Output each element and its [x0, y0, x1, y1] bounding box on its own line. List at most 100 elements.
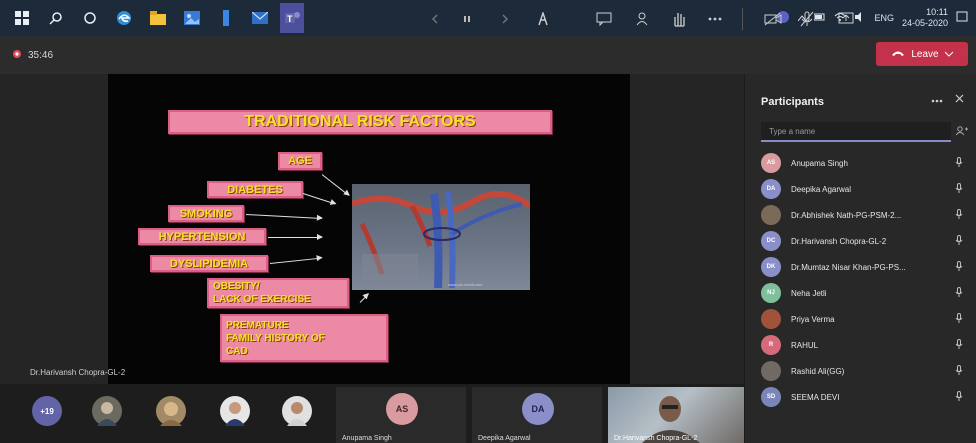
blue-app-icon[interactable] [218, 10, 234, 26]
clock-date: 24-05-2020 [901, 18, 948, 28]
close-icon[interactable] [955, 94, 964, 106]
microphone-icon[interactable] [955, 313, 963, 325]
chat-icon[interactable] [596, 8, 612, 30]
presenter-video-tile[interactable]: Dr.Harivansh Chopra-GL-2 [608, 387, 744, 443]
image-credit: www.pic-credit.com [448, 282, 483, 287]
participant-tile[interactable]: DA Deepika Agarwal [472, 387, 602, 443]
microphone-icon[interactable] [955, 365, 963, 377]
participant-name: Anupama Singh [791, 158, 848, 168]
mail-icon[interactable] [252, 10, 268, 26]
participant-row[interactable]: DC Dr.Harivansh Chopra-GL-2 [761, 228, 969, 254]
previous-slide-icon[interactable] [430, 8, 440, 30]
participant-video-thumb[interactable] [220, 396, 250, 426]
participant-row[interactable]: DK Dr.Mumtaz Nisar Khan-PG-PS... [761, 254, 969, 280]
edge-browser-icon[interactable] [116, 10, 132, 26]
clock[interactable]: 10:11 24-05-2020 [902, 7, 948, 29]
participants-icon[interactable] [636, 8, 652, 30]
clock-time: 10:11 [926, 7, 948, 17]
participant-name: Deepika Agarwal [791, 184, 852, 194]
panel-actions [931, 94, 964, 106]
chevron-down-icon[interactable] [944, 49, 953, 60]
risk-diabetes-text: DIABETES [227, 183, 283, 196]
participant-tile-name: Deepika Agarwal [478, 435, 531, 442]
participant-initials: DA [531, 404, 545, 414]
participant-avatar: DC [761, 231, 781, 251]
leave-button[interactable]: Leave [876, 42, 968, 66]
participant-row[interactable]: AS Anupama Singh [761, 150, 969, 176]
elapsed-time: 35:46 [28, 49, 54, 61]
more-options-icon[interactable] [708, 8, 722, 30]
participant-tile[interactable]: AS Anupama Singh [336, 387, 466, 443]
risk-dyslipidemia: DYSLIPIDEMIA [150, 255, 268, 272]
arrow [268, 234, 323, 240]
participant-name: Dr.Harivansh Chopra-GL-2 [791, 236, 887, 246]
more-options-icon[interactable] [931, 94, 943, 106]
participant-avatar: DA [522, 393, 554, 425]
risk-smoking-text: SMOKING [179, 207, 233, 220]
participant-row[interactable]: Rashid Ali(GG) [761, 358, 969, 384]
cortana-icon[interactable] [82, 10, 98, 26]
share-screen-icon[interactable] [838, 8, 854, 30]
participant-initials: AS [395, 404, 409, 414]
participant-avatar: R [761, 335, 781, 355]
participant-video-thumb[interactable] [282, 396, 312, 426]
participant-video-thumb[interactable] [156, 396, 186, 426]
camera-off-icon[interactable] [764, 8, 782, 30]
participant-avatar: DK [761, 257, 781, 277]
microphone-icon[interactable] [955, 183, 963, 195]
microphone-icon[interactable] [955, 209, 963, 221]
meeting-control-bar: 35:46 [0, 36, 976, 74]
search-icon[interactable] [48, 10, 64, 26]
participant-name: Dr.Mumtaz Nisar Khan-PG-PS... [791, 262, 906, 272]
language-indicator[interactable]: ENG [874, 13, 894, 23]
windows-start-icon[interactable] [14, 10, 30, 26]
slide-title-text: TRADITIONAL RISK FACTORS [244, 113, 476, 130]
file-explorer-icon[interactable] [150, 10, 166, 26]
participant-avatar: AS [761, 153, 781, 173]
microphone-icon[interactable] [955, 157, 963, 169]
risk-dyslipidemia-text: DYSLIPIDEMIA [169, 257, 249, 270]
participant-name: Priya Verma [791, 314, 835, 324]
participant-name: Dr.Abhishek Nath-PG-PSM-2... [791, 210, 902, 220]
participant-row[interactable]: NJ Neha Jetli [761, 280, 969, 306]
overflow-participants-button[interactable]: +19 [32, 396, 62, 426]
participant-row[interactable]: Priya Verma [761, 306, 969, 332]
participant-search-input[interactable]: Type a name [761, 122, 951, 142]
photos-icon[interactable] [184, 10, 200, 26]
battery-icon[interactable] [813, 13, 826, 23]
blood-vessel-illustration: www.pic-credit.com [352, 184, 530, 290]
microphone-off-icon[interactable] [800, 8, 814, 30]
risk-family-history: PREMATURE FAMILY HISTORY OF CAD [220, 314, 388, 362]
participant-avatar [761, 361, 781, 381]
participant-row[interactable]: SD SEEMA DEVI [761, 384, 969, 410]
teams-icon[interactable]: T [280, 3, 304, 33]
notification-icon[interactable] [956, 11, 968, 25]
participant-name: Rashid Ali(GG) [791, 366, 845, 376]
risk-obesity: OBESITY/ LACK OF EXERCISE [207, 278, 349, 308]
leave-label: Leave [911, 48, 939, 60]
participant-row[interactable]: R RAHUL [761, 332, 969, 358]
risk-age-text: AGE [288, 155, 312, 167]
participant-video-thumb[interactable] [92, 396, 122, 426]
volume-icon[interactable] [854, 12, 866, 24]
divider [742, 8, 743, 30]
microphone-icon[interactable] [955, 235, 963, 247]
microphone-icon[interactable] [955, 339, 963, 351]
microphone-icon[interactable] [955, 287, 963, 299]
raise-hand-icon[interactable] [672, 8, 686, 30]
participant-row[interactable]: Dr.Abhishek Nath-PG-PSM-2... [761, 202, 969, 228]
microphone-icon[interactable] [955, 261, 963, 273]
participant-row[interactable]: DA Deepika Agarwal [761, 176, 969, 202]
risk-hypertension-text: HYPERTENSION [158, 230, 246, 243]
add-participant-icon[interactable] [955, 126, 968, 138]
meeting-timer: 35:46 [12, 49, 53, 62]
risk-smoking: SMOKING [168, 205, 244, 222]
participant-avatar: DA [761, 179, 781, 199]
overflow-count: +19 [40, 406, 54, 416]
teams-window: T ENG 10:11 24-05-2020 35:46 Leave TRADI… [0, 0, 976, 443]
pause-icon[interactable] [462, 8, 472, 30]
take-control-icon[interactable] [535, 8, 551, 30]
next-slide-icon[interactable] [500, 8, 510, 30]
risk-diabetes: DIABETES [207, 181, 303, 198]
microphone-icon[interactable] [955, 391, 963, 403]
